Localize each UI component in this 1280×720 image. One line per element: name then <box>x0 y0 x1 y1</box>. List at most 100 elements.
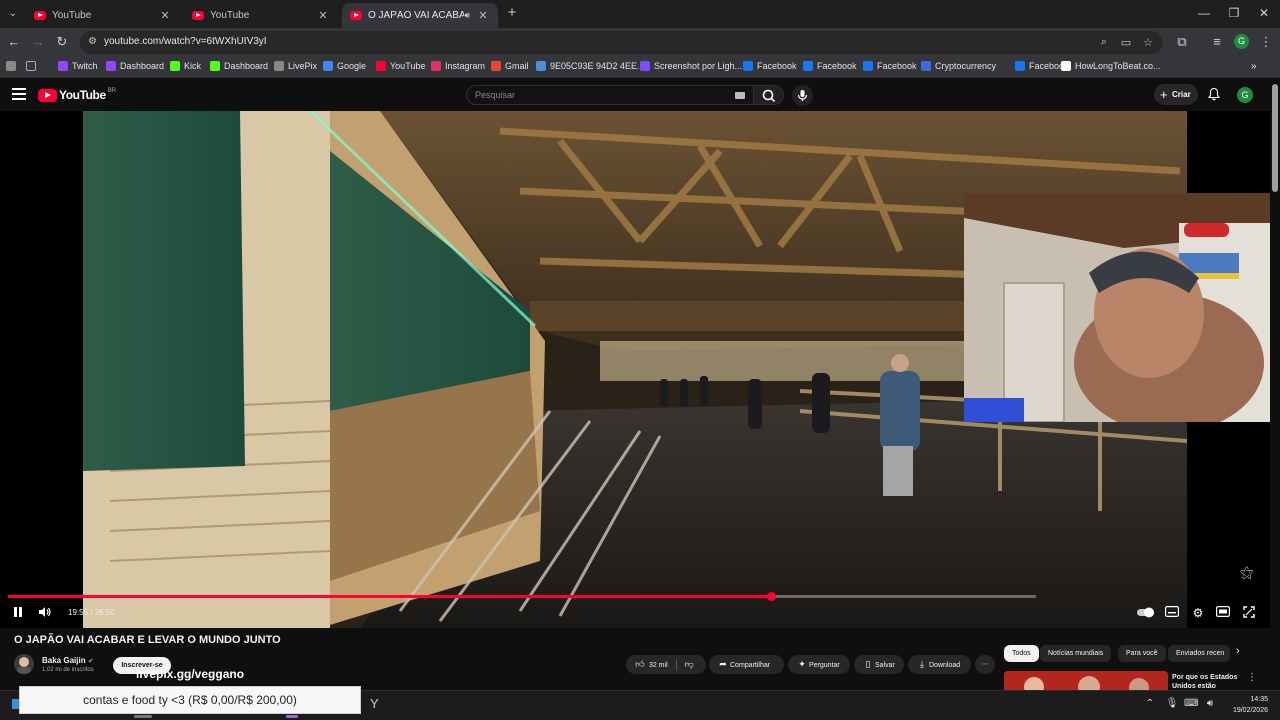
tab-title: YouTube <box>52 10 92 21</box>
address-bar[interactable]: ⚙ youtube.com/watch?v=6tWXhUIV3yI ⌕ ▭ ☆ <box>80 31 1163 54</box>
taskbar-app-indicator[interactable] <box>286 715 298 718</box>
apps-grid-icon[interactable] <box>26 61 40 71</box>
progress-bar[interactable] <box>8 592 1036 601</box>
account-avatar[interactable]: G <box>1237 87 1253 103</box>
media-controls-icon[interactable]: ≡ <box>1209 34 1225 50</box>
speaker-icon[interactable]: 🔊︎ <box>464 10 470 21</box>
download-button[interactable]: ⤓ Download <box>908 655 971 674</box>
taskbar-app-indicator[interactable] <box>134 715 152 718</box>
theater-mode-icon[interactable] <box>1215 606 1231 620</box>
ask-button[interactable]: ✦ Perguntar <box>788 655 850 674</box>
recommendation-thumbnail[interactable] <box>1004 671 1168 691</box>
chip-para-voce[interactable]: Para você <box>1118 645 1166 662</box>
site-info-icon[interactable]: ⚙ <box>88 36 100 48</box>
thumbs-down-icon[interactable]: 👎︎ <box>685 659 694 669</box>
taskbar-app-icon[interactable]: Y <box>370 696 379 711</box>
sticker-watermark-icon: ⚝ <box>1240 564 1254 580</box>
new-tab-plus-icon[interactable]: + <box>504 5 520 21</box>
chip-noticias-mundiais[interactable]: Notícias mundiais <box>1040 645 1112 662</box>
hamburger-menu-icon[interactable] <box>12 88 26 100</box>
voice-search-button[interactable] <box>792 85 813 106</box>
bookmark-youtube[interactable]: YouTube <box>376 61 425 71</box>
pause-icon[interactable] <box>10 606 26 620</box>
scrubber-handle[interactable] <box>766 592 776 601</box>
bookmark-facebook[interactable]: Facebook <box>743 61 797 71</box>
zoom-icon[interactable]: ⌕ <box>1097 36 1111 49</box>
fullscreen-icon[interactable] <box>1241 606 1257 620</box>
settings-gear-icon[interactable]: ⚙ <box>1190 606 1206 620</box>
taskbar-clock[interactable]: 14:35 19/02/2026 <box>1224 694 1268 716</box>
more-bookmarks-chevron-icon[interactable]: » <box>1251 61 1257 72</box>
browser-tab-strip: ⌄ YouTube ✕ YouTube ✕ O JAPÃO VAI ACABAR… <box>0 0 1280 28</box>
bookmark-screenshot-por-ligh[interactable]: Screenshot por Ligh... <box>640 61 742 71</box>
bookmark-kick[interactable]: Kick <box>170 61 201 71</box>
minimize-icon[interactable]: — <box>1196 6 1212 20</box>
plus-icon: + <box>1160 87 1168 102</box>
subtitles-icon[interactable] <box>1164 606 1180 620</box>
bookmark-dashboard[interactable]: Dashboard <box>210 61 268 71</box>
bookmark-gmail[interactable]: Gmail <box>491 61 529 71</box>
search-button[interactable] <box>754 85 784 105</box>
bookmark-facebook[interactable]: Facebook <box>803 61 857 71</box>
bookmark-cryptocurrency[interactable]: Cryptocurrency <box>921 61 996 71</box>
url-text[interactable]: youtube.com/watch?v=6tWXhUIV3yI <box>104 36 267 47</box>
tray-volume-icon[interactable]: 🔊︎ <box>1203 698 1217 709</box>
chip-enviados-recentemente[interactable]: Enviados recen <box>1168 645 1230 662</box>
browser-tab-1[interactable]: YouTube ✕ <box>26 3 180 28</box>
channel-name[interactable]: Baka Gaijin ✔︎ <box>42 656 94 665</box>
cast-icon[interactable]: ▭ <box>1119 36 1133 49</box>
volume-icon[interactable] <box>37 606 53 620</box>
bookmark-twitch[interactable]: Twitch <box>58 61 98 71</box>
chrome-menu-icon[interactable]: ⋮ <box>1258 34 1274 50</box>
window-close-icon[interactable]: ✕ <box>1256 6 1272 20</box>
youtube-favicon-icon <box>192 11 204 20</box>
bookmark-howlongtobeat-co[interactable]: HowLongToBeat.co... <box>1061 61 1161 71</box>
bookmark-livepix[interactable]: LivePix <box>274 61 317 71</box>
tray-microphone-icon[interactable]: 🎙︎ <box>1165 698 1179 709</box>
back-arrow-icon[interactable]: ← <box>6 34 22 50</box>
recommendation-title[interactable]: Por que os Estados Unidos estão <box>1172 673 1242 691</box>
restore-icon[interactable]: ❐ <box>1226 6 1242 20</box>
extensions-icon[interactable]: ⧉ <box>1174 34 1190 50</box>
tab-close-icon[interactable]: ✕ <box>476 9 490 22</box>
tab-close-icon[interactable]: ✕ <box>158 9 172 22</box>
keyboard-icon[interactable] <box>735 92 745 99</box>
more-actions-button[interactable]: ⋯ <box>975 655 995 674</box>
tab-close-icon[interactable]: ✕ <box>316 9 330 22</box>
channel-avatar[interactable] <box>14 654 34 674</box>
bookmark-dashboard[interactable]: Dashboard <box>106 61 164 71</box>
bookmark-instagram[interactable]: Instagram <box>431 61 485 71</box>
search-input[interactable]: Pesquisar <box>466 85 754 105</box>
notifications-bell-icon[interactable] <box>1207 87 1221 101</box>
share-button[interactable]: ➦ Compartilhar <box>709 655 784 674</box>
bookmark-star-icon[interactable]: ☆ <box>1141 36 1155 49</box>
browser-tab-2[interactable]: YouTube ✕ <box>184 3 338 28</box>
create-button[interactable]: + Criar <box>1154 84 1198 105</box>
save-button[interactable]: ▯ Salvar <box>854 655 904 674</box>
chip-todos[interactable]: Todos <box>1004 645 1039 662</box>
forward-arrow-icon[interactable]: → <box>30 34 46 50</box>
gmail-icon <box>491 61 501 71</box>
kick-icon <box>170 61 180 71</box>
autoplay-toggle[interactable] <box>1137 606 1155 620</box>
bookmark-facebook[interactable]: Facebook <box>863 61 917 71</box>
chrome-profile-avatar[interactable]: G <box>1234 34 1249 49</box>
recommendation-more-icon[interactable]: ⋮ <box>1247 672 1257 683</box>
video-player[interactable]: ⚝ 19:55 / 26:50 ⚙ <box>0 111 1270 628</box>
tray-network-icon[interactable]: ⌨ <box>1184 698 1198 709</box>
bookmark-9e05c93e-94d2-4ee[interactable]: 9E05C93E 94D2 4EE... <box>536 61 645 71</box>
channel-name-text[interactable]: Baka Gaijin <box>42 656 86 665</box>
like-count[interactable]: 32 mil <box>649 662 668 669</box>
bookmark-google[interactable]: Google <box>323 61 366 71</box>
page-scrollbar[interactable] <box>1272 84 1278 192</box>
youtube-logo[interactable]: YouTube BR <box>38 88 116 102</box>
share-arrow-icon: ➦ <box>719 659 727 669</box>
browser-tab-active[interactable]: O JAPÃO VAI ACABAR E LE… 🔊︎ ✕ <box>342 3 498 28</box>
bookmark-folder-icon[interactable] <box>6 61 20 71</box>
bookmark-label: YouTube <box>390 61 426 71</box>
tab-search-chevron-icon[interactable]: ⌄ <box>4 5 22 23</box>
chips-next-chevron-icon[interactable]: › <box>1236 645 1240 657</box>
thumbs-up-icon[interactable]: 👍︎ <box>633 655 647 674</box>
tray-chevron-up-icon[interactable]: ⌃ <box>1143 698 1157 709</box>
reload-icon[interactable]: ↻ <box>54 34 70 50</box>
